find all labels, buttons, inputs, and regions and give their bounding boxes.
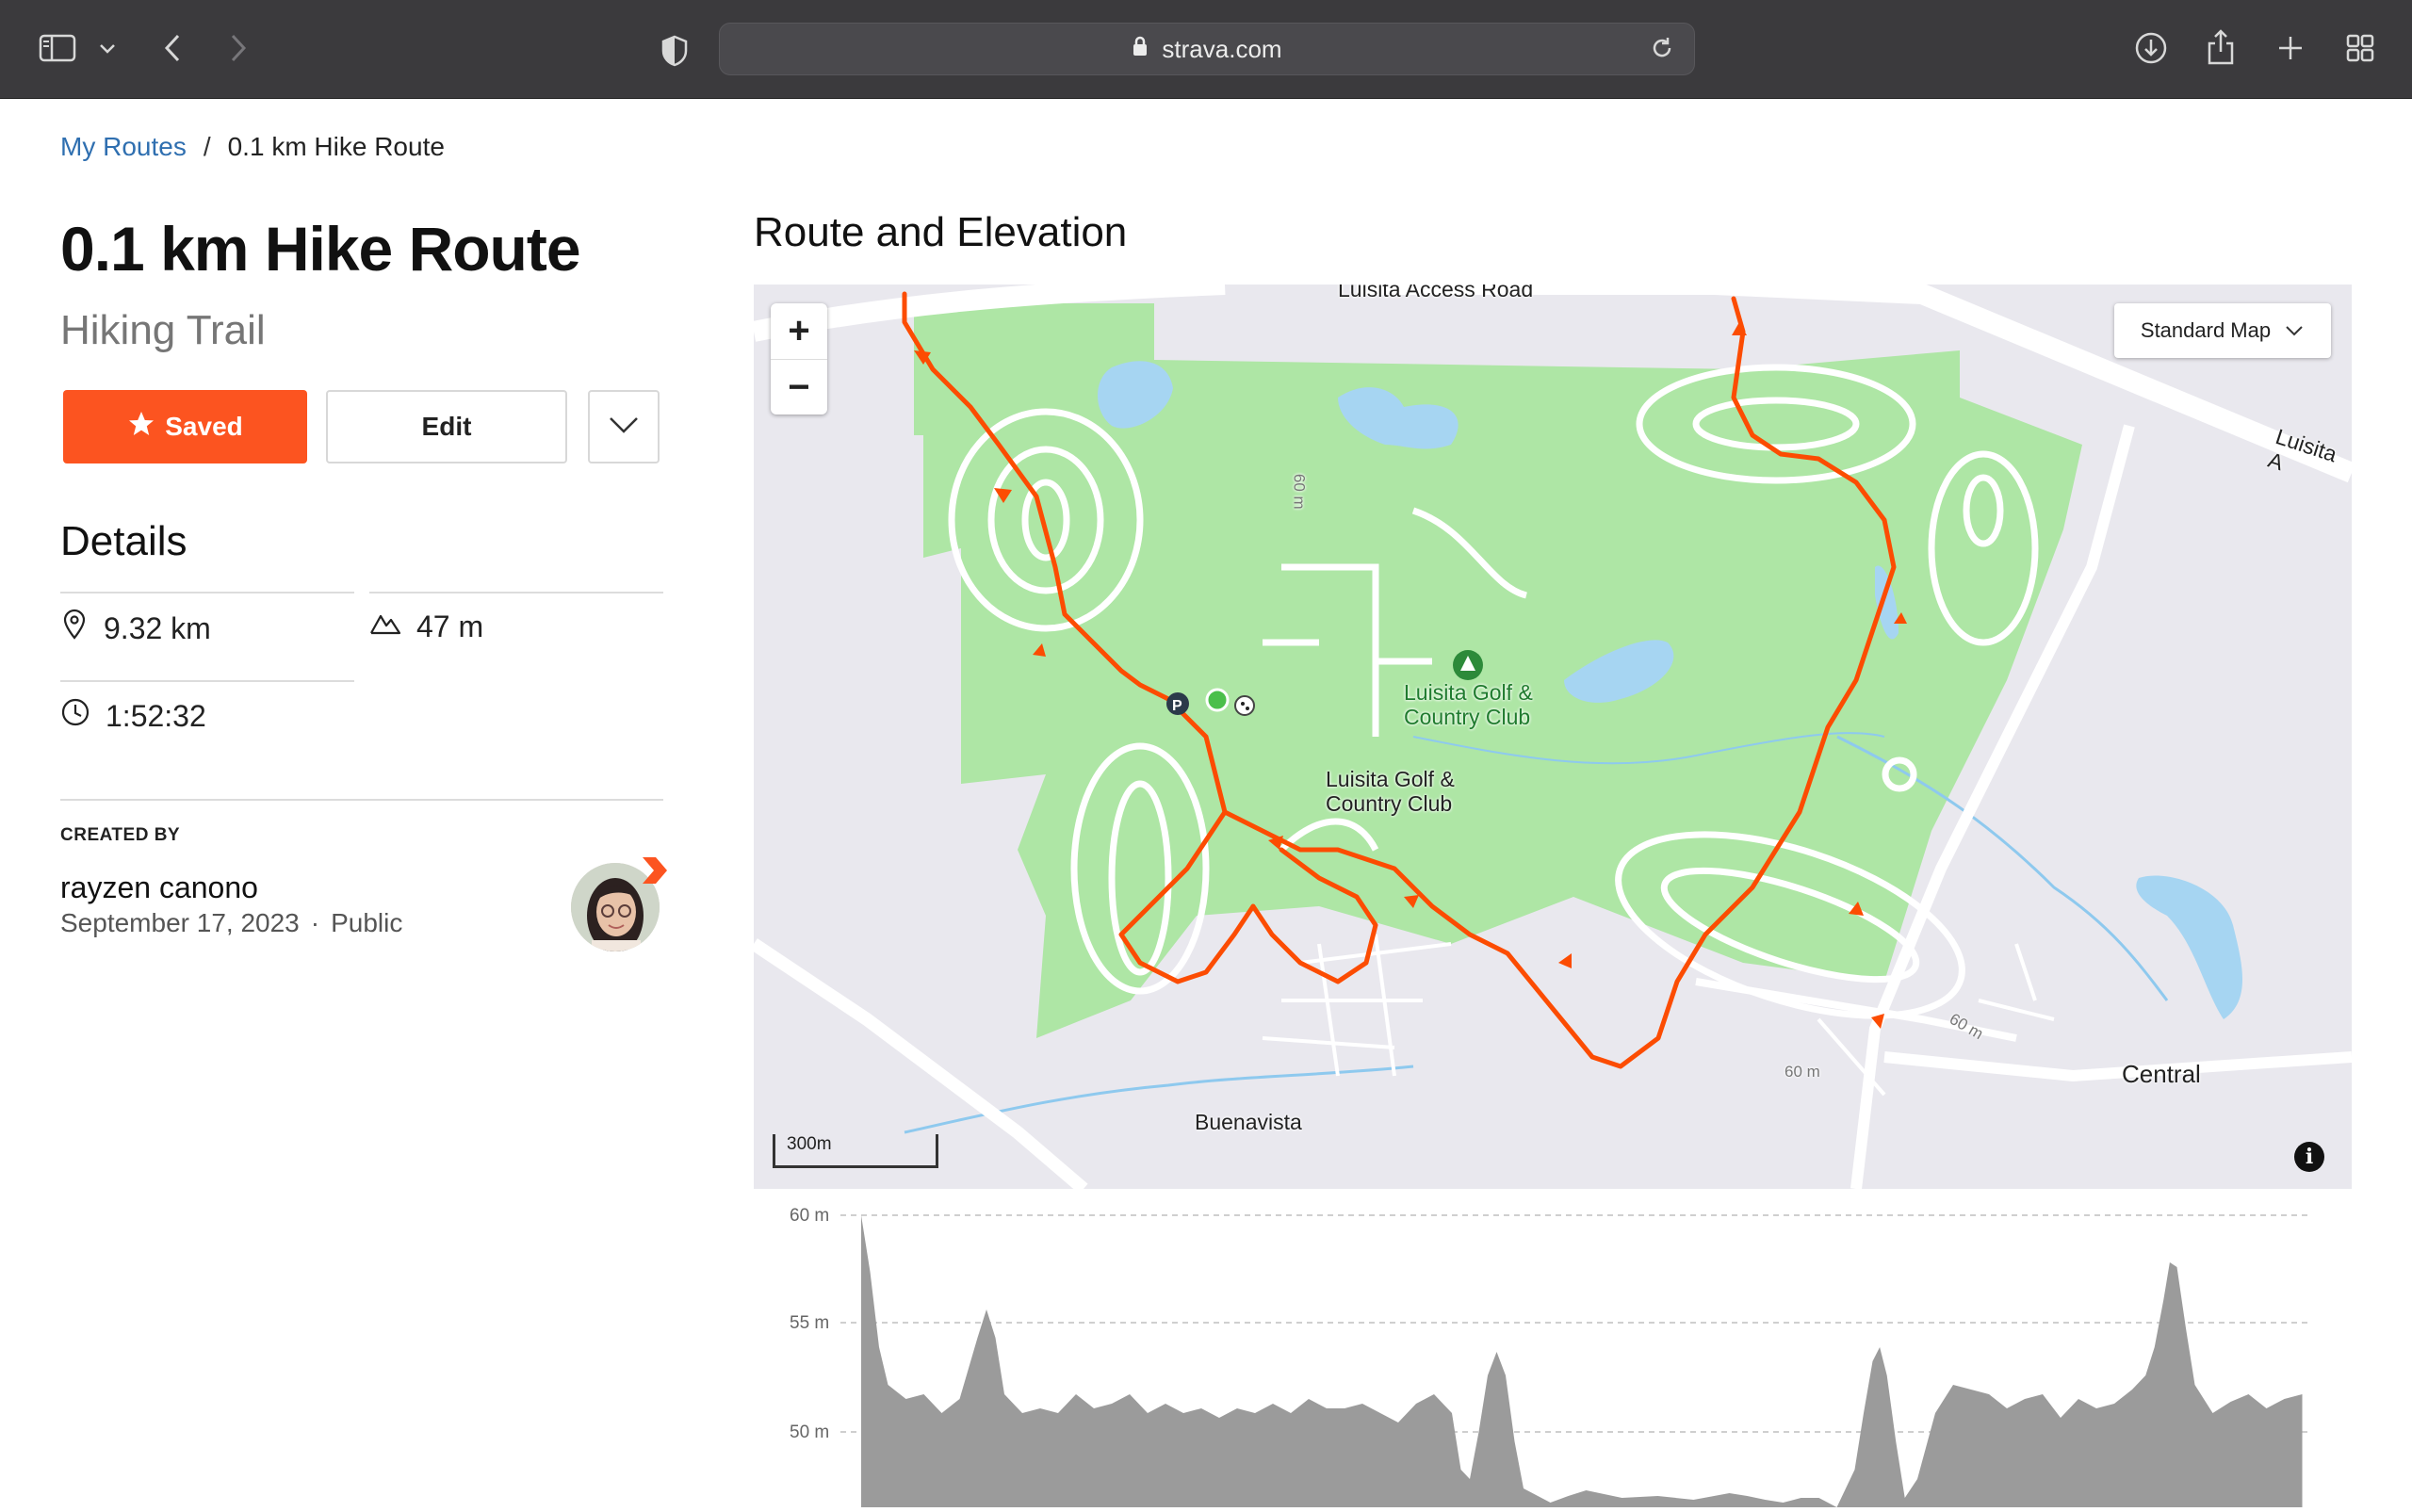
share-icon[interactable] <box>2203 26 2239 68</box>
creator-meta: September 17, 2023 · Public <box>60 908 402 938</box>
meta-separator: · <box>310 908 320 937</box>
map-label-contour: 60 m <box>1290 473 1309 510</box>
chevron-down-icon <box>608 415 640 439</box>
elevation-chart: 60 m 55 m 50 m <box>754 1196 2355 1507</box>
map-canvas: P <box>754 285 2352 1189</box>
time-value: 1:52:32 <box>106 698 206 733</box>
route-map[interactable]: P Luisita Access Road Luisita A Luisita … <box>754 285 2352 1189</box>
star-icon <box>127 410 155 445</box>
chevron-down-icon <box>2284 318 2305 343</box>
url-text: strava.com <box>1162 34 1282 63</box>
route-title: 0.1 km Hike Route <box>60 214 581 284</box>
privacy-shield-icon[interactable] <box>656 32 693 70</box>
elevation-gain-stat: 47 m <box>369 609 483 644</box>
elevation-profile <box>840 1214 2308 1507</box>
strava-badge-icon <box>639 855 671 892</box>
route-elevation-heading: Route and Elevation <box>754 209 1128 255</box>
new-tab-icon[interactable] <box>2273 30 2308 66</box>
map-label-place: Central <box>2122 1060 2201 1088</box>
info-icon[interactable]: i <box>2294 1142 2324 1172</box>
elevation-gain-value: 47 m <box>416 609 484 643</box>
saved-button-label: Saved <box>165 412 243 441</box>
created-by-heading: CREATED BY <box>60 825 181 845</box>
breadcrumb-my-routes-link[interactable]: My Routes <box>60 132 187 162</box>
divider <box>60 799 663 801</box>
lock-icon <box>1132 35 1149 64</box>
visibility: Public <box>331 908 403 937</box>
map-scale: 300m <box>773 1134 938 1168</box>
clock-icon <box>60 697 90 735</box>
elevation-y-label: 60 m <box>790 1206 830 1226</box>
distance-value: 9.32 km <box>104 610 211 645</box>
forward-icon[interactable] <box>222 28 254 68</box>
map-label-road: Luisita Access Road <box>1338 285 1534 301</box>
divider <box>369 592 663 593</box>
elevation-y-label: 55 m <box>790 1313 830 1333</box>
sidebar-toggle-icon[interactable] <box>36 30 79 66</box>
back-icon[interactable] <box>156 28 188 68</box>
created-date: September 17, 2023 <box>60 908 300 937</box>
zoom-out-button[interactable]: − <box>771 360 827 415</box>
breadcrumb-separator: / <box>203 132 211 161</box>
details-heading: Details <box>60 518 187 564</box>
map-label-contour: 60 m <box>1785 1063 1820 1081</box>
chevron-down-icon[interactable] <box>94 36 121 62</box>
divider <box>60 592 354 593</box>
edit-button[interactable]: Edit <box>326 390 567 463</box>
elevation-y-label: 50 m <box>790 1423 830 1442</box>
map-type-dropdown[interactable]: Standard Map <box>2114 303 2331 358</box>
browser-toolbar: strava.com <box>0 0 2412 99</box>
map-label-area: Luisita Golf & Country Club <box>1326 767 1455 817</box>
map-label-poi: Luisita Golf & Country Club <box>1404 680 1533 730</box>
svg-text:P: P <box>1172 698 1182 714</box>
download-icon[interactable] <box>2133 30 2169 66</box>
time-stat: 1:52:32 <box>60 697 206 735</box>
divider <box>60 680 354 682</box>
zoom-control: + − <box>771 303 827 415</box>
creator-name-link[interactable]: rayzen canono <box>60 870 258 905</box>
mountain-icon <box>369 609 401 644</box>
map-type-label: Standard Map <box>2140 318 2272 342</box>
address-bar[interactable]: strava.com <box>719 23 1695 75</box>
zoom-in-button[interactable]: + <box>771 303 827 360</box>
saved-button[interactable]: Saved <box>63 390 307 463</box>
distance-stat: 9.32 km <box>60 609 211 648</box>
location-pin-icon <box>60 609 89 648</box>
reload-icon[interactable] <box>1649 35 1675 68</box>
tab-overview-icon[interactable] <box>2342 30 2378 66</box>
breadcrumb-current: 0.1 km Hike Route <box>227 132 445 161</box>
route-type: Hiking Trail <box>60 307 266 353</box>
more-options-button[interactable] <box>588 390 660 463</box>
breadcrumb: My Routes / 0.1 km Hike Route <box>60 132 445 162</box>
map-label-place: Buenavista <box>1195 1110 1302 1134</box>
